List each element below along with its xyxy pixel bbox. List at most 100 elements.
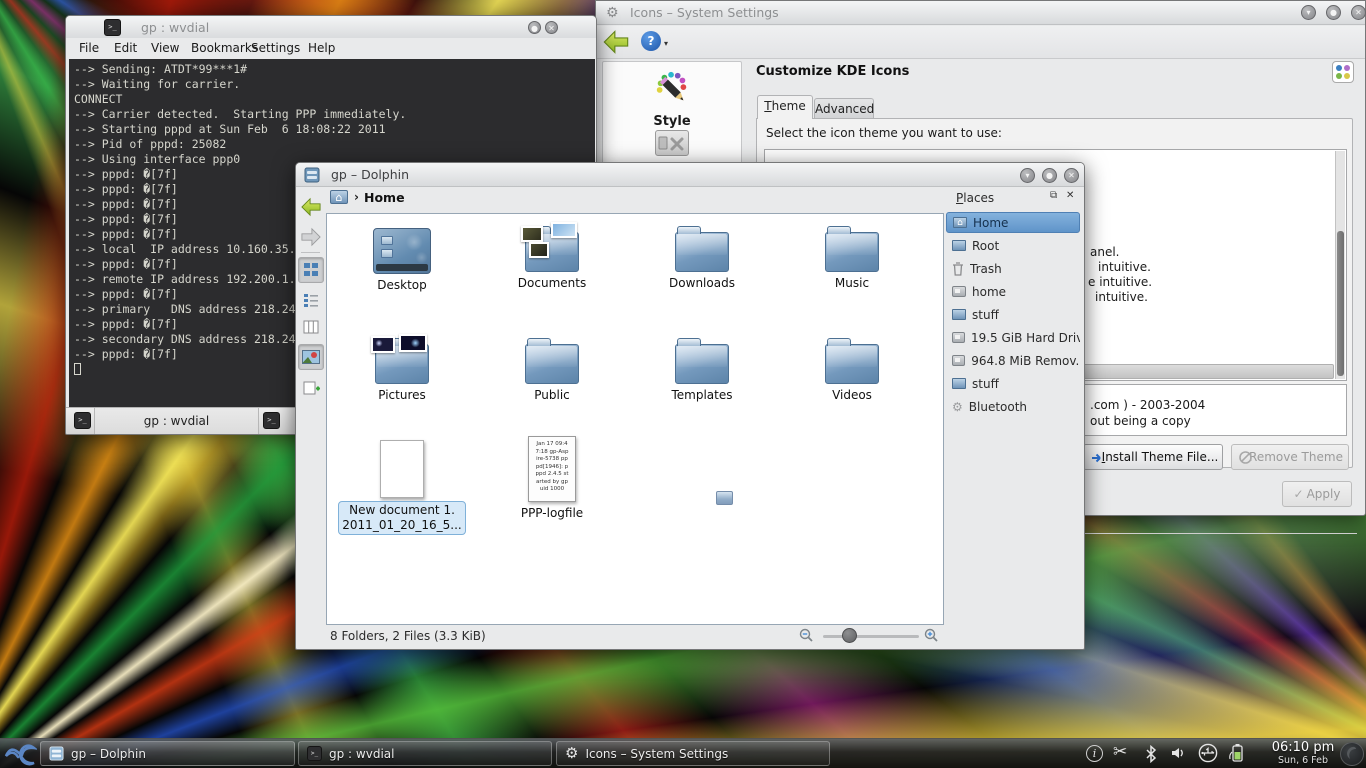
file-item-pictures[interactable]: Pictures [337,332,467,403]
maximize-button[interactable]: ● [1326,5,1341,20]
places-item-stuff[interactable]: stuff [946,304,1080,325]
close-button[interactable]: ✕ [1064,168,1079,183]
places-item-home-drive[interactable]: home [946,281,1080,302]
tab-advanced[interactable]: Advanced [814,98,874,119]
bluetooth-icon[interactable] [1144,745,1158,767]
folder-icon [675,232,729,272]
clock[interactable]: 06:10 pm Sun, 6 Feb [1268,740,1338,766]
klipper-scissors-icon[interactable]: ✂ [1113,742,1127,762]
menu-item-view[interactable]: View [151,41,179,55]
places-header[interactable]: Places ⧉ ✕ [944,187,1082,211]
folder-view[interactable]: Desktop Documents Downloads Music [326,213,944,625]
task-gp-wvdial[interactable]: >_ gp : wvdial [298,741,552,766]
places-item-home[interactable]: ⌂ Home [946,212,1080,233]
sidebar-item-style[interactable]: Style [603,70,741,129]
breadcrumb-separator-icon: › [354,190,359,204]
theme-description-fragment: out being a copy [1090,414,1191,428]
scrollbar[interactable] [1335,151,1345,379]
volume-icon[interactable] [1170,745,1186,765]
theme-list-fragment: intuitive. [1098,260,1151,274]
battery-icon[interactable] [1228,743,1246,767]
close-panel-icon[interactable]: ✕ [1066,190,1074,201]
folder-home-icon: ⌂ [953,217,967,228]
launcher-button[interactable] [3,739,37,768]
split-view-button[interactable] [298,375,324,401]
file-item-ppp-logfile[interactable]: Jan 17 09:4 7:18 gp-Asp ire-5738 pp pd[1… [487,436,617,521]
maximize-button[interactable]: ● [1042,168,1057,183]
file-item-desktop[interactable]: Desktop [337,220,467,293]
gear-icon: ⚙ [565,746,578,761]
file-item-documents[interactable]: Documents [487,220,617,291]
detach-panel-icon[interactable]: ⧉ [1050,190,1057,201]
places-item-hard-drive[interactable]: 19.5 GiB Hard Drive [946,327,1080,348]
close-button[interactable]: ✕ [545,21,558,34]
file-item-music[interactable]: Music [787,220,917,291]
dolphin-icon [304,167,320,183]
terminal-titlebar[interactable]: >_ gp : wvdial ● ✕ [66,16,596,40]
menu-item-edit[interactable]: Edit [114,41,137,55]
minimize-button[interactable]: ▾ [1020,168,1035,183]
no-entry-icon [1239,451,1252,464]
menu-item-file[interactable]: File [79,41,99,55]
install-theme-button[interactable]: Install Theme File... [1083,444,1223,470]
task-gp-dolphin[interactable]: gp – Dolphin [40,741,295,766]
menu-item-help[interactable]: Help [308,41,335,55]
places-item-removable[interactable]: 964.8 MiB Remov... [946,350,1080,371]
tab-gp-wvdial[interactable]: gp : wvdial [94,408,259,434]
apply-button[interactable]: ✓Apply [1282,481,1352,507]
scrollbar-thumb[interactable] [1337,231,1344,376]
dolphin-titlebar[interactable]: gp – Dolphin ▾ ● ✕ [296,163,1084,187]
places-item-bluetooth[interactable]: ⚙ Bluetooth [946,396,1080,417]
tab-theme[interactable]: Theme [757,95,813,119]
window-title: gp : wvdial [141,20,209,35]
system-settings-titlebar[interactable]: ⚙ Icons – System Settings ▾ ● ✕ [596,1,1365,25]
kde-swirl-icon [3,739,37,768]
menu-item-settings[interactable]: Settings [251,41,300,55]
zoom-out-button[interactable] [799,628,814,647]
info-icon[interactable]: i [1086,745,1103,762]
hardware-tools-icon[interactable] [655,130,689,156]
device-notifier-usb-icon[interactable] [1197,743,1219,767]
new-tab-button[interactable]: >_ [74,412,91,429]
back-button[interactable] [298,194,324,220]
panel-cashew-icon[interactable] [1340,742,1364,766]
columns-view-button[interactable] [298,314,324,340]
file-item-downloads[interactable]: Downloads [637,220,767,291]
tab-list-button[interactable]: >_ [263,412,280,429]
zoom-in-button[interactable] [924,628,939,647]
breadcrumb: ⌂ › Home [326,187,944,213]
menu-item-bookmarks[interactable]: Bookmarks [191,41,258,55]
caret-down-icon[interactable]: ▾ [664,39,668,48]
file-item-public[interactable]: Public [487,332,617,403]
icons-view-button[interactable] [298,257,324,283]
stray-thumbnail-icon [716,491,733,505]
breadcrumb-home[interactable]: Home [364,190,405,205]
places-item-stuff2[interactable]: stuff [946,373,1080,394]
back-button[interactable] [602,29,630,55]
remove-theme-button[interactable]: Remove Theme [1231,444,1349,470]
split-view-icon [303,381,320,396]
terminal-line: --> pppd: �[7f] [74,347,178,362]
help-button[interactable]: ? [641,31,661,51]
file-item-templates[interactable]: Templates [637,332,767,403]
minimize-button[interactable]: ▾ [1301,5,1316,20]
zoom-slider[interactable] [842,628,857,643]
places-item-root[interactable]: Root [946,235,1080,256]
file-item-new-document[interactable]: New document 1. 2011_01_20_16_5... [337,436,467,535]
close-button[interactable]: ✕ [1351,5,1366,20]
task-system-settings[interactable]: ⚙ Icons – System Settings [556,741,830,766]
zoom-slider-track[interactable] [823,635,919,638]
back-arrow-icon [300,197,322,217]
file-item-videos[interactable]: Videos [787,332,917,403]
maximize-button[interactable]: ● [528,21,541,34]
home-icon[interactable]: ⌂ [330,190,348,204]
style-icon [651,70,693,108]
details-view-button[interactable] [298,287,324,313]
forward-button[interactable] [298,224,324,250]
folder-with-previews-icon [375,332,429,384]
preview-button[interactable] [298,344,324,370]
terminal-line: --> Pid of pppd: 25082 [74,137,226,152]
places-item-trash[interactable]: Trash [946,258,1080,279]
icon-theme-module-icon [1332,61,1354,83]
terminal-line: --> Sending: ATDT*99***1# [74,62,247,77]
